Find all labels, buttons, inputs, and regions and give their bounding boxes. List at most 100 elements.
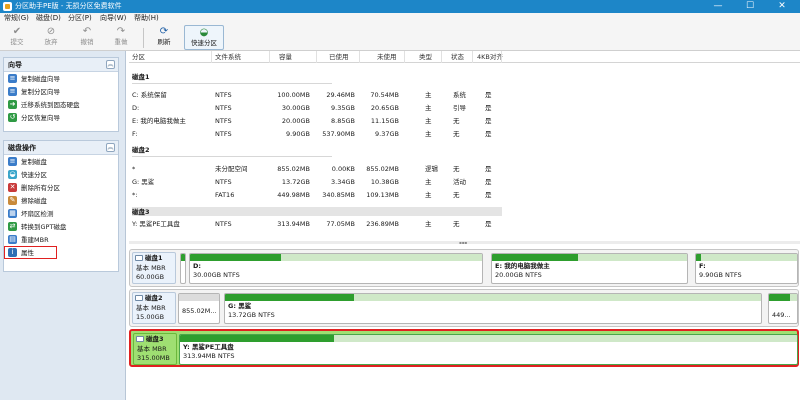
quick-partition-icon: ◒ bbox=[199, 27, 209, 38]
discard-button[interactable]: ⊘ 放弃 bbox=[38, 25, 64, 50]
column-header-6[interactable]: 状态 bbox=[451, 53, 464, 61]
disk-op-item-icon: ✎ bbox=[8, 196, 17, 205]
quick-partition-button[interactable]: ◒ 快速分区 bbox=[184, 25, 224, 50]
table-cell: NTFS bbox=[215, 117, 232, 125]
disk-info[interactable]: 磁盘1 基本 MBR 60.00GB bbox=[132, 252, 176, 284]
column-header-0[interactable]: 分区 bbox=[132, 53, 145, 61]
close-button[interactable]: ✕ bbox=[766, 0, 798, 13]
disk-op-item-0[interactable]: ≡ 复制磁盘 bbox=[4, 155, 118, 168]
wizard-item-1[interactable]: ≡ 复制分区向导 bbox=[4, 85, 118, 98]
wizard-list: ≡ 复制磁盘向导 ≡ 复制分区向导 ➜ 迁移系统到固态硬盘 ↺ 分区恢复向导 bbox=[4, 72, 118, 124]
column-header-5[interactable]: 类型 bbox=[419, 53, 432, 61]
redo-button[interactable]: ↷ 重做 bbox=[108, 25, 134, 50]
disk-name: 磁盘1 bbox=[145, 254, 163, 262]
table-row[interactable]: C: 系统保留 NTFS 100.00MB 29.46MB 70.54MB 主 系统 是 bbox=[129, 90, 529, 101]
wizard-item-2[interactable]: ➜ 迁移系统到固态硬盘 bbox=[4, 98, 118, 111]
disk-op-item-3[interactable]: ✎ 擦除磁盘 bbox=[4, 194, 118, 207]
menu-help[interactable]: 帮助(H) bbox=[134, 14, 159, 23]
commit-button[interactable]: ✔ 提交 bbox=[4, 25, 30, 50]
disk-op-item-icon: i bbox=[8, 248, 17, 257]
table-row[interactable]: *: FAT16 449.98MB 340.85MB 109.13MB 主 无 是 bbox=[129, 190, 529, 201]
column-separator[interactable] bbox=[269, 51, 270, 63]
disk-row-1[interactable]: 磁盘1 基本 MBR 60.00GB D: 30.00GB NTFS E: 我的电脑我做主… bbox=[129, 249, 799, 287]
column-separator[interactable] bbox=[472, 51, 473, 63]
column-header-2[interactable]: 容量 bbox=[279, 53, 292, 61]
table-cell: 77.05MB bbox=[326, 220, 355, 228]
wizard-section-header[interactable]: 向导 ︽ bbox=[4, 58, 118, 72]
disk-group-title[interactable]: 磁盘1 bbox=[132, 73, 150, 81]
column-separator[interactable] bbox=[211, 51, 212, 63]
table-cell: 10.38GB bbox=[370, 178, 399, 186]
table-cell: 13.72GB bbox=[281, 178, 310, 186]
disk-ops-section-header[interactable]: 磁盘操作 ︽ bbox=[4, 141, 118, 155]
table-cell: 29.46MB bbox=[326, 91, 355, 99]
partition-block[interactable]: G: 黑鲨 13.72GB NTFS bbox=[224, 293, 762, 324]
table-cell: 11.15GB bbox=[370, 117, 399, 125]
wizard-item-3[interactable]: ↺ 分区恢复向导 bbox=[4, 111, 118, 124]
partition-block[interactable]: E: 我的电脑我做主 20.00GB NTFS bbox=[491, 253, 688, 284]
collapse-icon[interactable]: ︽ bbox=[106, 143, 115, 152]
menu-general[interactable]: 常规(G) bbox=[4, 14, 29, 23]
menu-wizard[interactable]: 向导(W) bbox=[100, 14, 126, 23]
column-header-3[interactable]: 已使用 bbox=[329, 53, 349, 61]
refresh-button[interactable]: ⟳ 刷新 bbox=[151, 25, 177, 50]
partition-track bbox=[179, 294, 219, 301]
disk-row-3[interactable]: 磁盘3 基本 MBR 315.00MB Y: 黑鲨PE工具盘 313.94MB NTFS bbox=[129, 329, 799, 367]
column-header-4[interactable]: 未使用 bbox=[377, 53, 397, 61]
maximize-button[interactable]: ☐ bbox=[734, 0, 766, 13]
menu-partition[interactable]: 分区(P) bbox=[68, 14, 92, 23]
disk-op-item-6[interactable]: ▤ 重建MBR bbox=[4, 233, 118, 246]
partition-block[interactable]: F: 9.90GB NTFS bbox=[695, 253, 798, 284]
table-row[interactable]: Y: 黑鲨PE工具盘 NTFS 313.94MB 77.05MB 236.89MB 主 无 是 bbox=[129, 219, 529, 230]
collapse-icon[interactable]: ︽ bbox=[106, 60, 115, 69]
column-header-7[interactable]: 4KB对齐 bbox=[477, 53, 503, 61]
partition-block[interactable]: D: 30.00GB NTFS bbox=[189, 253, 483, 284]
column-separator[interactable] bbox=[316, 51, 317, 63]
partition-block[interactable] bbox=[180, 253, 186, 284]
partition-size: 449... bbox=[772, 311, 791, 319]
table-row[interactable]: D: NTFS 30.00GB 9.35GB 20.65GB 主 引导 是 bbox=[129, 103, 529, 114]
partition-size: 20.00GB NTFS bbox=[495, 271, 542, 279]
partition-block[interactable]: 855.02M... bbox=[178, 293, 220, 324]
minimize-button[interactable]: — bbox=[702, 0, 734, 13]
table-row[interactable]: G: 黑鲨 NTFS 13.72GB 3.34GB 10.38GB 主 活动 是 bbox=[129, 177, 529, 188]
disk-op-item-label: 坏扇区检测 bbox=[21, 210, 54, 218]
disk-op-item-1[interactable]: ◒ 快速分区 bbox=[4, 168, 118, 181]
partition-label: Y: 黑鲨PE工具盘 bbox=[183, 343, 234, 351]
disk-op-item-4[interactable]: ▦ 坏扇区检测 bbox=[4, 207, 118, 220]
table-row[interactable]: F: NTFS 9.90GB 537.90MB 9.37GB 主 无 是 bbox=[129, 129, 529, 140]
disk-group-title[interactable]: 磁盘2 bbox=[132, 146, 150, 154]
undo-button[interactable]: ↶ 撤销 bbox=[74, 25, 100, 50]
disk-group-title[interactable]: 磁盘3 bbox=[132, 208, 150, 216]
disk-ops-section: 磁盘操作 ︽ ≡ 复制磁盘 ◒ 快速分区 ✕ 删除所有分区 ✎ 擦除磁盘 ▦ 坏扇区检测 ⇄ 转换到G… bbox=[3, 140, 119, 272]
wizard-item-0[interactable]: ≡ 复制磁盘向导 bbox=[4, 72, 118, 85]
partition-block[interactable]: Y: 黑鲨PE工具盘 313.94MB NTFS bbox=[179, 334, 798, 365]
column-separator[interactable] bbox=[404, 51, 405, 63]
disk-op-item-label: 属性 bbox=[21, 249, 34, 257]
table-cell: 系统 bbox=[453, 91, 466, 99]
toolbar-separator bbox=[143, 28, 144, 48]
menu-disk[interactable]: 磁盘(D) bbox=[36, 14, 61, 23]
disk-info[interactable]: 磁盘2 基本 MBR 15.00GB bbox=[132, 292, 176, 324]
column-header-1[interactable]: 文件系统 bbox=[215, 53, 241, 61]
column-separator[interactable] bbox=[359, 51, 360, 63]
table-cell: 是 bbox=[485, 191, 492, 199]
table-cell: NTFS bbox=[215, 130, 232, 138]
table-header: 分区 文件系统 容量 已使用 未使用 类型 状态 4KB对齐 bbox=[129, 51, 800, 63]
partition-block[interactable]: 449... bbox=[768, 293, 798, 324]
table-row[interactable]: E: 我的电脑我做主 NTFS 20.00GB 8.85GB 11.15GB 主 无 是 bbox=[129, 116, 529, 127]
table-cell: 是 bbox=[485, 165, 492, 173]
table-cell: 236.89MB bbox=[366, 220, 399, 228]
disk-row-2[interactable]: 磁盘2 基本 MBR 15.00GB 855.02M... G: 黑鲨 13.72GB N… bbox=[129, 289, 799, 327]
disk-op-item-2[interactable]: ✕ 删除所有分区 bbox=[4, 181, 118, 194]
disk-op-item-7[interactable]: i 属性 bbox=[4, 246, 57, 259]
table-cell: 9.90GB bbox=[286, 130, 310, 138]
wizard-item-label: 迁移系统到固态硬盘 bbox=[21, 101, 80, 109]
column-separator[interactable] bbox=[501, 51, 502, 63]
disk-op-item-icon: ▤ bbox=[8, 235, 17, 244]
table-cell: 无 bbox=[453, 130, 460, 138]
disk-info[interactable]: 磁盘3 基本 MBR 315.00MB bbox=[133, 333, 177, 365]
disk-op-item-5[interactable]: ⇄ 转换到GPT磁盘 bbox=[4, 220, 118, 233]
column-separator[interactable] bbox=[441, 51, 442, 63]
table-row[interactable]: * 未分配空间 855.02MB 0.00KB 855.02MB 逻辑 无 是 bbox=[129, 164, 529, 175]
